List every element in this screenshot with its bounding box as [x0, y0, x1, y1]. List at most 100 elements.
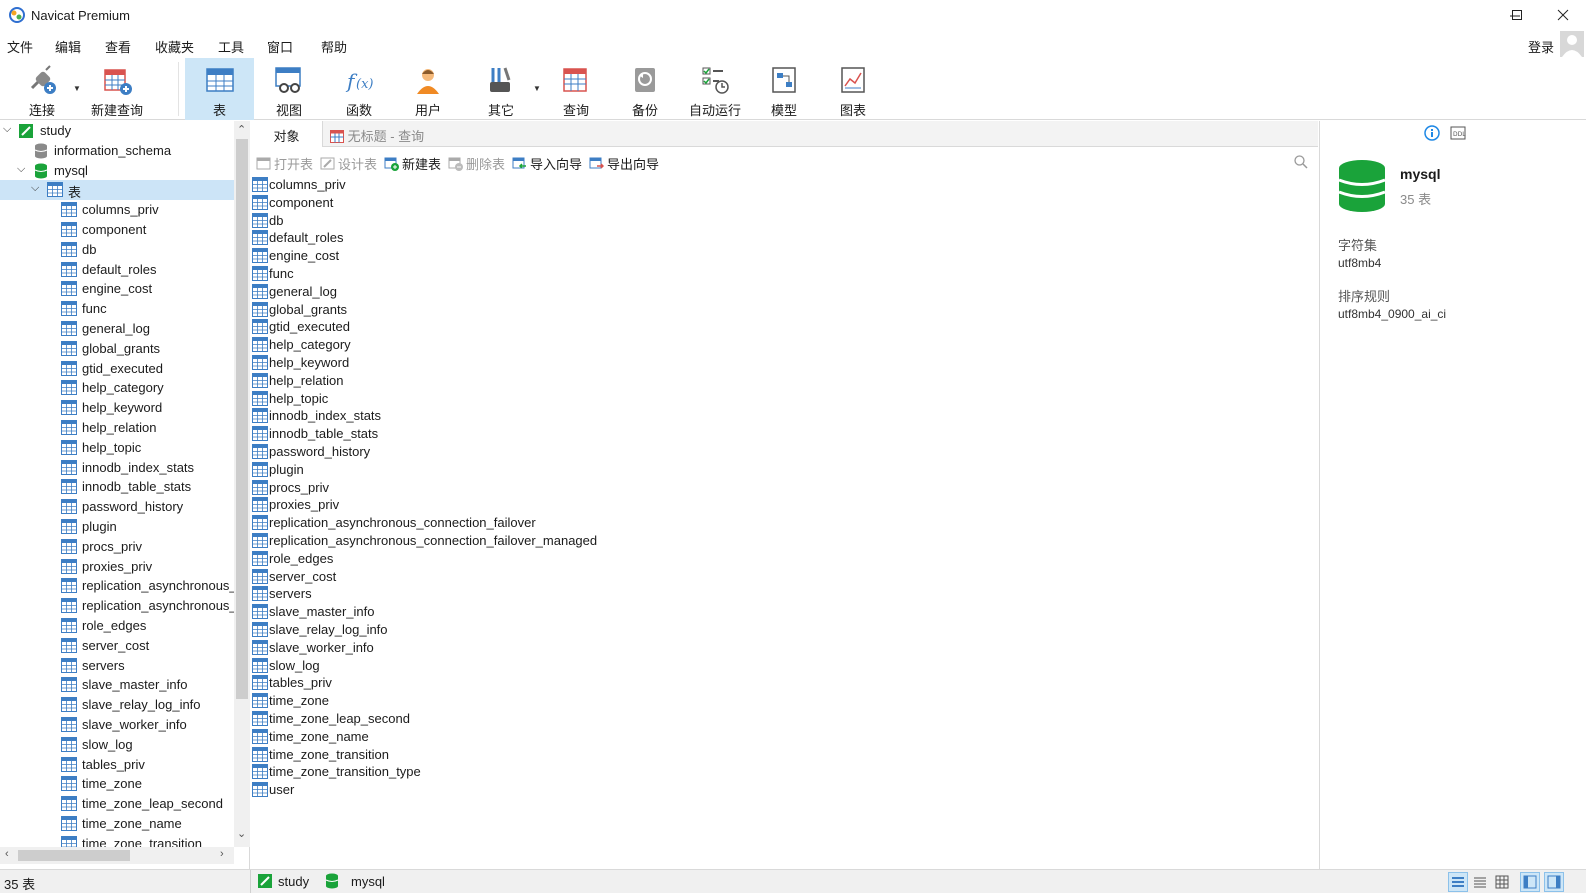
user-button[interactable]: 用户 — [405, 58, 451, 120]
query-button[interactable]: 查询 — [553, 58, 599, 120]
search-icon[interactable] — [1294, 155, 1308, 169]
view-button[interactable]: 视图 — [266, 58, 312, 120]
tree-table-item[interactable]: servers — [0, 656, 234, 676]
model-button[interactable]: 模型 — [761, 58, 807, 120]
tree-table-item[interactable]: help_relation — [0, 418, 234, 438]
table-icon — [252, 177, 268, 192]
menu-help[interactable]: 帮助 — [321, 37, 347, 56]
tree-item-label: help_keyword — [82, 400, 163, 416]
scroll-down-icon[interactable]: ⌄ — [237, 827, 246, 840]
tree-table-item[interactable]: procs_priv — [0, 537, 234, 557]
tree-tables-node[interactable]: ⌵ 表 — [0, 180, 234, 201]
tree-table-item[interactable]: innodb_table_stats — [0, 477, 234, 497]
tree-table-item[interactable]: time_zone_name — [0, 814, 234, 834]
menu-file[interactable]: 文件 — [7, 37, 33, 56]
tree-table-item[interactable]: replication_asynchronous_ — [0, 576, 237, 596]
tab-query[interactable]: 无标题 - 查询 — [324, 121, 570, 147]
tree-table-item[interactable]: server_cost — [0, 636, 234, 656]
tree-table-item[interactable]: engine_cost — [0, 279, 234, 299]
delete-table-button[interactable]: 删除表 — [448, 154, 505, 173]
tree-table-item[interactable]: innodb_index_stats — [0, 458, 234, 478]
object-name: plugin — [269, 461, 304, 477]
tree-table-item[interactable]: slow_log — [0, 735, 234, 755]
new-table-button[interactable]: 新建表 — [384, 154, 441, 173]
tree-table-item[interactable]: help_keyword — [0, 398, 234, 418]
grid-view-button[interactable] — [1492, 872, 1512, 892]
tree-table-item[interactable]: help_topic — [0, 438, 234, 458]
close-button[interactable] — [1540, 0, 1586, 30]
tree-table-item[interactable]: help_category — [0, 378, 234, 398]
tree-table-item[interactable]: default_roles — [0, 260, 234, 280]
tree-table-item[interactable]: password_history — [0, 497, 234, 517]
design-table-button[interactable]: 设计表 — [320, 154, 377, 173]
tree-table-item[interactable]: replication_asynchronous_ — [0, 596, 237, 616]
table-button[interactable]: 表 — [185, 58, 254, 120]
automation-button[interactable]: 自动运行 — [686, 58, 744, 120]
tree-table-item[interactable]: time_zone — [0, 774, 234, 794]
export-wizard-button[interactable]: 导出向导 — [589, 154, 659, 173]
connect-button[interactable]: 连接 — [24, 58, 60, 120]
menu-window[interactable]: 窗口 — [267, 37, 293, 56]
object-name: default_roles — [269, 230, 344, 246]
tree-table-item[interactable]: role_edges — [0, 616, 234, 636]
tree-table-item[interactable]: slave_relay_log_info — [0, 695, 234, 715]
menu-view[interactable]: 查看 — [105, 37, 131, 56]
tree-table-item[interactable]: tables_priv — [0, 755, 234, 775]
panel-right-button[interactable] — [1544, 872, 1564, 892]
menu-tools[interactable]: 工具 — [218, 37, 244, 56]
other-dropdown-icon[interactable]: ▼ — [533, 84, 541, 93]
tree-table-item[interactable]: columns_priv — [0, 200, 234, 220]
scroll-thumb[interactable] — [236, 139, 248, 699]
object-name: replication_asynchronous_connection_fail… — [269, 533, 598, 548]
panel-left-button[interactable] — [1520, 872, 1540, 892]
title-bar: Navicat Premium — [0, 0, 1586, 30]
ddl-icon[interactable]: DDL — [1450, 125, 1466, 141]
backup-button[interactable]: 备份 — [622, 58, 668, 120]
tree-table-item[interactable]: global_grants — [0, 339, 234, 359]
tree-table-item[interactable]: time_zone_leap_second — [0, 794, 234, 814]
function-button[interactable]: f (x) 函数 — [336, 58, 382, 120]
tree-table-item[interactable]: func — [0, 299, 234, 319]
menu-favorites[interactable]: 收藏夹 — [155, 37, 194, 56]
table-icon — [61, 598, 77, 614]
import-wizard-button[interactable]: 导入向导 — [512, 154, 582, 173]
scroll-up-icon[interactable]: ⌃ — [237, 123, 246, 136]
import-icon — [512, 157, 526, 169]
list-view-button[interactable] — [1448, 872, 1468, 892]
chevron-down-icon[interactable]: ⌵ — [31, 182, 39, 195]
tree-table-item[interactable]: db — [0, 240, 234, 260]
tree-table-item[interactable]: component — [0, 220, 234, 240]
tree-connection-study[interactable]: ⌵ study — [0, 121, 234, 141]
detail-view-button[interactable] — [1470, 872, 1490, 892]
menu-edit[interactable]: 编辑 — [55, 37, 81, 56]
tree-table-item[interactable]: plugin — [0, 517, 234, 537]
tree-db-information-schema[interactable]: information_schema — [0, 141, 234, 161]
tree-horizontal-scrollbar[interactable]: ‹ › — [0, 847, 234, 864]
tree-item-label: default_roles — [82, 261, 157, 277]
tree-item-label: servers — [82, 657, 125, 673]
connect-dropdown-icon[interactable]: ▼ — [73, 84, 81, 93]
new-query-button[interactable]: 新建查询 — [89, 58, 145, 120]
open-table-button[interactable]: 打开表 — [256, 154, 313, 173]
table-icon — [252, 408, 268, 424]
tree-table-item[interactable]: proxies_priv — [0, 557, 234, 577]
maximize-button[interactable] — [1494, 0, 1540, 30]
login-link[interactable]: 登录 — [1528, 37, 1554, 56]
other-button[interactable]: 其它 — [478, 58, 524, 120]
object-name: slow_log — [269, 657, 320, 673]
tree-db-mysql[interactable]: ⌵ mysql — [0, 161, 234, 181]
scroll-left-icon[interactable]: ‹ — [5, 848, 9, 860]
chevron-down-icon[interactable]: ⌵ — [17, 163, 25, 176]
tab-objects[interactable]: 对象 — [251, 121, 323, 147]
tree-table-item[interactable]: slave_worker_info — [0, 715, 234, 735]
avatar[interactable] — [1560, 31, 1584, 57]
chevron-down-icon[interactable]: ⌵ — [3, 123, 11, 136]
tree-vertical-scrollbar[interactable]: ⌃ ⌄ — [234, 121, 250, 847]
info-icon[interactable] — [1424, 125, 1440, 141]
tree-table-item[interactable]: gtid_executed — [0, 359, 234, 379]
chart-button[interactable]: 图表 — [830, 58, 876, 120]
tree-table-item[interactable]: general_log — [0, 319, 234, 339]
hscroll-thumb[interactable] — [18, 850, 130, 861]
tree-table-item[interactable]: slave_master_info — [0, 675, 234, 695]
scroll-right-icon[interactable]: › — [220, 848, 224, 860]
